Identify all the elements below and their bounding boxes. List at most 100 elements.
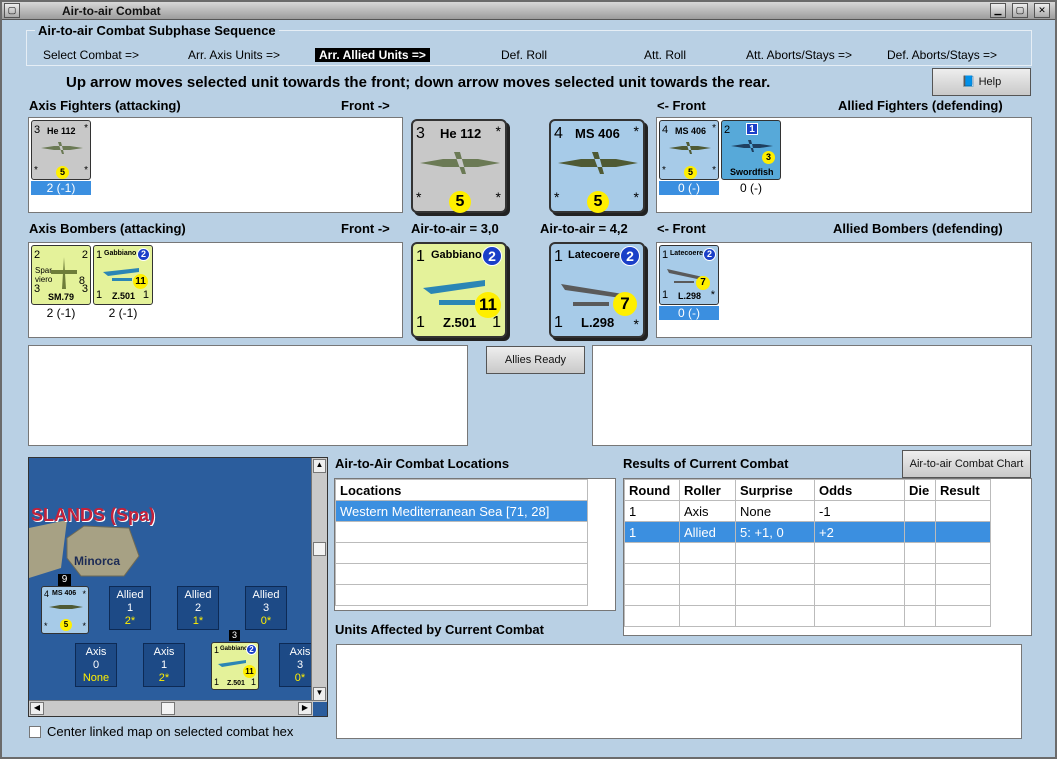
close-icon[interactable]: ✕	[1034, 3, 1050, 18]
col-round: Round	[624, 479, 680, 501]
seq-att-roll[interactable]: Att. Roll	[644, 48, 686, 62]
unit-counter-ms406[interactable]: 4 MS 406 * * 5 *	[659, 120, 719, 180]
linked-map[interactable]: SLANDS (Spa) Minorca 9 4 MS 406 * * 5 * …	[28, 457, 328, 717]
map-unit-z501[interactable]: 1 Gabbiano 2 11 1 Z.501 1	[211, 642, 259, 690]
unit-caption: 0 (-)	[740, 181, 762, 195]
unit-caption: 0 (-)	[659, 181, 719, 195]
axis-bombers-box[interactable]: 2 2 Spar-viero 3 8 3 SM.79 2 (-1) 1 Gabb…	[28, 242, 403, 338]
counter-ml: 3	[34, 283, 41, 295]
counter-br: *	[710, 289, 715, 301]
system-menu-icon[interactable]: ▢	[4, 3, 20, 18]
center-map-label: Center linked map on selected combat hex	[47, 724, 294, 739]
unit-counter-z501[interactable]: 1 Gabbiano 2 11 1 Z.501 1	[93, 245, 153, 305]
big-bl: 1	[554, 314, 563, 331]
counter-value: 5	[56, 166, 69, 179]
cell: 5: +1, 0	[735, 521, 815, 543]
result-row-selected[interactable]: 1 Allied 5: +1, 0 +2	[624, 521, 991, 543]
scroll-up-icon[interactable]: ▲	[313, 459, 326, 473]
locations-list[interactable]: Locations Western Mediterranean Sea [71,…	[334, 478, 616, 611]
minimize-icon[interactable]: ▁	[990, 3, 1006, 18]
hscroll-thumb[interactable]	[161, 702, 175, 715]
instruction-text: Up arrow moves selected unit towards the…	[66, 74, 771, 91]
allied-air-to-air: Air-to-air = 4,2	[540, 221, 628, 236]
scroll-thumb[interactable]	[313, 542, 326, 556]
unit-caption: 2 (-1)	[46, 306, 76, 320]
counter-bl: *	[34, 165, 38, 176]
big-top: Gabbiano	[431, 249, 482, 261]
value: 1*	[192, 615, 204, 627]
counter-name: Z.501	[227, 680, 245, 687]
results-table[interactable]: Round Roller Surprise Odds Die Result 1A…	[623, 478, 1032, 636]
big-badge: 2	[620, 246, 640, 266]
seq-att-aborts[interactable]: Att. Aborts/Stays =>	[746, 48, 852, 62]
big-allied-fighter[interactable]: 4 MS 406 * * 5 *	[549, 119, 645, 213]
map-vertical-scrollbar[interactable]: ▲ ▼	[311, 458, 327, 702]
seq-arr-allied[interactable]: Arr. Allied Units =>	[315, 48, 430, 62]
seq-def-aborts[interactable]: Def. Aborts/Stays =>	[887, 48, 997, 62]
allied-bombers-label: Allied Bombers (defending)	[833, 221, 1003, 236]
counter-tl: 1	[96, 249, 103, 261]
big-axis-fighter[interactable]: 3 He 112 * * 5 *	[411, 119, 507, 213]
air-to-air-combat-window: ▢ Air-to-air Combat ▁ ▢ ✕ Air-to-air Com…	[0, 0, 1057, 759]
unit-counter-sm79[interactable]: 2 2 Spar-viero 3 8 3 SM.79	[31, 245, 91, 305]
cell	[935, 500, 991, 522]
map-axis-round-0[interactable]: Axis 0 None	[75, 643, 117, 687]
big-name: He 112	[440, 126, 482, 141]
scroll-left-icon[interactable]: ◀	[30, 702, 44, 715]
counter-top: Gabbiano	[104, 250, 137, 257]
map-stack-count: 9	[58, 574, 71, 586]
side: Allied	[252, 589, 280, 601]
center-map-checkbox[interactable]	[29, 726, 41, 738]
big-tl: 4	[554, 125, 563, 142]
allied-bombers-box[interactable]: 1 Latecoere 2 7 1 L.298 * 0 (-)	[656, 242, 1032, 338]
counter-tl: 1	[662, 249, 669, 261]
counter-tl: 4	[662, 124, 669, 136]
allied-reserve-box[interactable]	[592, 345, 1032, 446]
map-axis-round-1[interactable]: Axis 1 2*	[143, 643, 185, 687]
round: 3	[262, 602, 270, 614]
title-bar[interactable]: ▢ Air-to-air Combat ▁ ▢ ✕	[2, 2, 1055, 20]
unit-counter-l298[interactable]: 1 Latecoere 2 7 1 L.298 *	[659, 245, 719, 305]
big-bl: 1	[416, 314, 425, 331]
map-allied-round-3[interactable]: Allied 3 0*	[245, 586, 287, 630]
seq-select-combat[interactable]: Select Combat =>	[43, 48, 139, 62]
map-unit-ms406[interactable]: 4 MS 406 * * 5 *	[41, 586, 89, 634]
counter-badge: 1	[746, 123, 758, 135]
scroll-down-icon[interactable]: ▼	[313, 687, 326, 701]
plane-icon	[51, 257, 77, 289]
counter-name: He 112	[47, 126, 76, 136]
allied-fighters-box[interactable]: 4 MS 406 * * 5 * 0 (-) 2 1 3 Swordfish 0…	[656, 117, 1032, 213]
counter-name: MS 406	[675, 126, 707, 136]
plane-icon	[49, 605, 83, 609]
map-allied-round-1[interactable]: Allied 1 2*	[109, 586, 151, 630]
allies-ready-button[interactable]: Allies Ready	[486, 346, 585, 374]
combat-chart-button[interactable]: Air-to-air Combat Chart	[902, 450, 1031, 478]
axis-fighters-front: Front ->	[341, 98, 390, 113]
scroll-right-icon[interactable]: ▶	[298, 702, 312, 715]
counter-badge: 2	[703, 248, 716, 261]
big-axis-bomber[interactable]: 1 Gabbiano 2 11 1 Z.501 1	[411, 242, 507, 338]
big-value: 5	[587, 191, 609, 213]
axis-fighters-box[interactable]: 3 He 112 * * 5 * 2 (-1)	[28, 117, 403, 213]
help-button[interactable]: 📘 Help	[932, 68, 1031, 96]
seq-arr-axis[interactable]: Arr. Axis Units =>	[188, 48, 280, 62]
unit-counter-he112[interactable]: 3 He 112 * * 5 *	[31, 120, 91, 180]
counter-tr: *	[712, 123, 716, 134]
counter-name: Z.501	[112, 291, 136, 301]
big-allied-bomber[interactable]: 1 Latecoere 2 7 1 L.298 *	[549, 242, 645, 338]
maximize-icon[interactable]: ▢	[1012, 3, 1028, 18]
plane-icon	[558, 152, 638, 174]
units-affected-box[interactable]	[336, 644, 1022, 739]
map-horizontal-scrollbar[interactable]: ◀ ▶	[29, 700, 313, 716]
location-cell: Western Mediterranean Sea [71, 28]	[335, 500, 588, 522]
map-stack-count-2: 3	[229, 630, 240, 641]
counter-name: MS 406	[52, 590, 77, 597]
unit-counter-swordfish[interactable]: 2 1 3 Swordfish	[721, 120, 781, 180]
unit-caption: 2 (-1)	[108, 306, 138, 320]
seq-def-roll[interactable]: Def. Roll	[501, 48, 547, 62]
counter-value: 5	[60, 619, 72, 631]
axis-reserve-box[interactable]	[28, 345, 468, 446]
location-row[interactable]: Western Mediterranean Sea [71, 28]	[335, 500, 588, 522]
result-row[interactable]: 1 Axis None -1	[624, 500, 991, 522]
map-allied-round-2[interactable]: Allied 2 1*	[177, 586, 219, 630]
